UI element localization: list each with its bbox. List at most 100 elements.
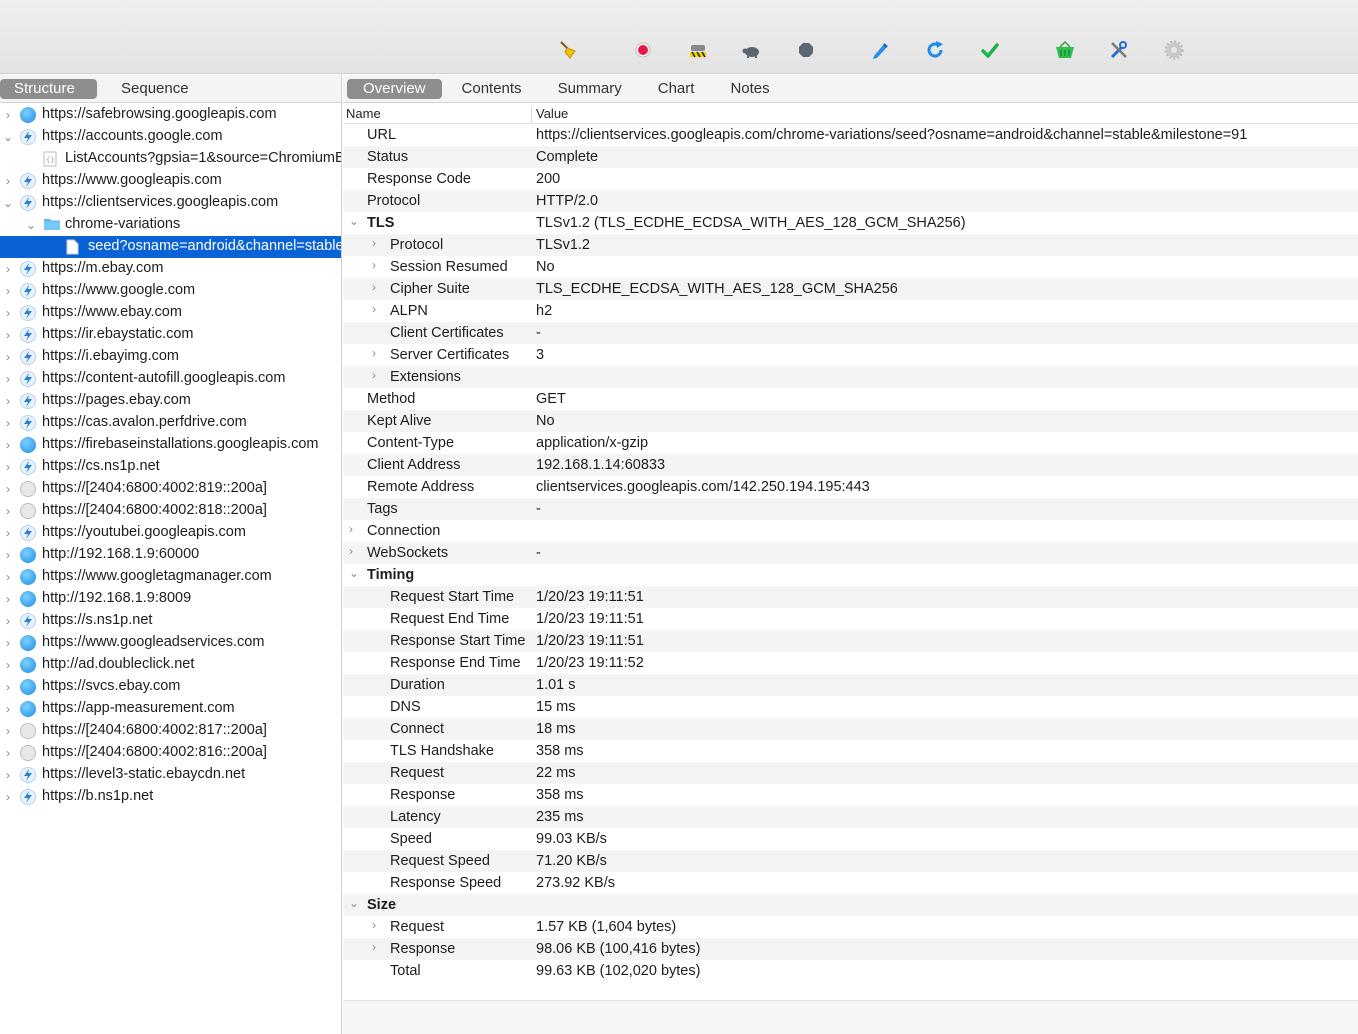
panel-divider[interactable]: [341, 74, 342, 1034]
table-row[interactable]: Request Speed 71.20 KB/s: [343, 850, 1358, 872]
chevron-right-icon[interactable]: ›: [3, 307, 13, 319]
chevron-right-icon[interactable]: ›: [3, 791, 13, 803]
validate-icon[interactable]: [978, 38, 1002, 62]
chevron-right-icon[interactable]: ›: [3, 659, 13, 671]
table-row[interactable]: › Response 98.06 KB (100,416 bytes): [343, 938, 1358, 960]
table-row[interactable]: ⌄ Timing: [343, 564, 1358, 586]
stop-icon[interactable]: [794, 38, 818, 62]
table-row[interactable]: DNS 15 ms: [343, 696, 1358, 718]
tree-row[interactable]: › https://s.ns1p.net: [0, 610, 341, 632]
tab-overview[interactable]: Overview: [347, 78, 442, 99]
chevron-down-icon[interactable]: ⌄: [349, 896, 359, 910]
chevron-right-icon[interactable]: ›: [3, 703, 13, 715]
chevron-right-icon[interactable]: ›: [3, 439, 13, 451]
tree-row[interactable]: › https://www.ebay.com: [0, 302, 341, 324]
table-row[interactable]: Response Speed 273.92 KB/s: [343, 872, 1358, 894]
table-row[interactable]: TLS Handshake 358 ms: [343, 740, 1358, 762]
table-row[interactable]: › Protocol TLSv1.2: [343, 234, 1358, 256]
table-row[interactable]: › Cipher Suite TLS_ECDHE_ECDSA_WITH_AES_12…: [343, 278, 1358, 300]
tree-row[interactable]: › https://cs.ns1p.net: [0, 456, 341, 478]
tree-row[interactable]: › https://www.googleapis.com: [0, 170, 341, 192]
record-icon[interactable]: [631, 38, 655, 62]
chevron-right-icon[interactable]: ›: [3, 351, 13, 363]
chevron-down-icon[interactable]: ⌄: [26, 219, 36, 231]
chevron-right-icon[interactable]: ›: [372, 302, 376, 316]
table-row[interactable]: Request End Time 1/20/23 19:11:51: [343, 608, 1358, 630]
table-row[interactable]: › Extensions: [343, 366, 1358, 388]
tree-row[interactable]: › https://youtubei.googleapis.com: [0, 522, 341, 544]
chevron-right-icon[interactable]: ›: [3, 373, 13, 385]
chevron-right-icon[interactable]: ›: [3, 505, 13, 517]
table-row[interactable]: Response Start Time 1/20/23 19:11:51: [343, 630, 1358, 652]
table-row[interactable]: Tags -: [343, 498, 1358, 520]
tree-row[interactable]: › https://app-measurement.com: [0, 698, 341, 720]
table-row[interactable]: Response Code 200: [343, 168, 1358, 190]
tree-row[interactable]: › https://www.googleadservices.com: [0, 632, 341, 654]
tree-row[interactable]: › http://192.168.1.9:8009: [0, 588, 341, 610]
column-header-value[interactable]: Value: [536, 106, 568, 121]
chevron-down-icon[interactable]: ⌄: [3, 131, 13, 143]
tree-row[interactable]: › https://ir.ebaystatic.com: [0, 324, 341, 346]
table-row[interactable]: › Session Resumed No: [343, 256, 1358, 278]
table-row[interactable]: Request 22 ms: [343, 762, 1358, 784]
tree-row[interactable]: › https://pages.ebay.com: [0, 390, 341, 412]
chevron-right-icon[interactable]: ›: [3, 615, 13, 627]
broom-icon[interactable]: [556, 38, 580, 62]
chevron-right-icon[interactable]: ›: [3, 329, 13, 341]
table-row[interactable]: Method GET: [343, 388, 1358, 410]
tree-row[interactable]: › https://safebrowsing.googleapis.com: [0, 104, 341, 126]
table-row[interactable]: ⌄ TLS TLSv1.2 (TLS_ECDHE_ECDSA_WITH_AES_12…: [343, 212, 1358, 234]
chevron-down-icon[interactable]: ⌄: [349, 214, 359, 228]
table-row[interactable]: › Connection: [343, 520, 1358, 542]
chevron-down-icon[interactable]: ⌄: [349, 566, 359, 580]
tree-row[interactable]: › https://[2404:6800:4002:819::200a]: [0, 478, 341, 500]
tree-row[interactable]: › https://[2404:6800:4002:818::200a]: [0, 500, 341, 522]
settings-icon[interactable]: [1162, 38, 1186, 62]
tree-row[interactable]: ⌄ chrome-variations: [0, 214, 341, 236]
table-row[interactable]: Kept Alive No: [343, 410, 1358, 432]
chevron-right-icon[interactable]: ›: [372, 940, 376, 954]
table-row[interactable]: › ALPN h2: [343, 300, 1358, 322]
turtle-icon[interactable]: [740, 38, 764, 62]
chevron-right-icon[interactable]: ›: [3, 285, 13, 297]
chevron-right-icon[interactable]: ›: [3, 109, 13, 121]
tree-row[interactable]: › https://cas.avalon.perfdrive.com: [0, 412, 341, 434]
chevron-right-icon[interactable]: ›: [3, 725, 13, 737]
chevron-right-icon[interactable]: ›: [372, 346, 376, 360]
chevron-right-icon[interactable]: ›: [3, 549, 13, 561]
chevron-right-icon[interactable]: ›: [3, 571, 13, 583]
table-row[interactable]: Client Address 192.168.1.14:60833: [343, 454, 1358, 476]
tree-row[interactable]: seed?osname=android&channel=stable: [0, 236, 341, 258]
chevron-right-icon[interactable]: ›: [3, 747, 13, 759]
tree-row[interactable]: › https://i.ebayimg.com: [0, 346, 341, 368]
chevron-right-icon[interactable]: ›: [349, 522, 353, 536]
chevron-right-icon[interactable]: ›: [3, 461, 13, 473]
table-row[interactable]: Latency 235 ms: [343, 806, 1358, 828]
tab-summary[interactable]: Summary: [542, 79, 638, 99]
chevron-right-icon[interactable]: ›: [3, 593, 13, 605]
chevron-right-icon[interactable]: ›: [372, 368, 376, 382]
tree-row[interactable]: › https://b.ns1p.net: [0, 786, 341, 808]
table-row[interactable]: Content-Type application/x-gzip: [343, 432, 1358, 454]
table-row[interactable]: Status Complete: [343, 146, 1358, 168]
table-row[interactable]: Remote Address clientservices.googleapis.…: [343, 476, 1358, 498]
table-row[interactable]: Response End Time 1/20/23 19:11:52: [343, 652, 1358, 674]
chevron-right-icon[interactable]: ›: [3, 395, 13, 407]
tree-row[interactable]: › https://firebaseinstallations.googleapi…: [0, 434, 341, 456]
chevron-right-icon[interactable]: ›: [3, 637, 13, 649]
basket-icon[interactable]: [1053, 38, 1077, 62]
table-row[interactable]: Request Start Time 1/20/23 19:11:51: [343, 586, 1358, 608]
table-row[interactable]: Total 99.63 KB (102,020 bytes): [343, 960, 1358, 982]
table-row[interactable]: Client Certificates -: [343, 322, 1358, 344]
tree-row[interactable]: {} ListAccounts?gpsia=1&source=ChromiumB: [0, 148, 341, 170]
tree-row[interactable]: › https://[2404:6800:4002:817::200a]: [0, 720, 341, 742]
tab-sequence[interactable]: Sequence: [105, 79, 205, 99]
tree-row[interactable]: › https://www.googletagmanager.com: [0, 566, 341, 588]
chevron-right-icon[interactable]: ›: [372, 918, 376, 932]
table-row[interactable]: Connect 18 ms: [343, 718, 1358, 740]
table-row[interactable]: Protocol HTTP/2.0: [343, 190, 1358, 212]
tree-row[interactable]: ⌄ https://accounts.google.com: [0, 126, 341, 148]
table-row[interactable]: URL https://clientservices.googleapis.com…: [343, 124, 1358, 146]
tree-row[interactable]: › https://www.google.com: [0, 280, 341, 302]
compose-icon[interactable]: [868, 38, 892, 62]
